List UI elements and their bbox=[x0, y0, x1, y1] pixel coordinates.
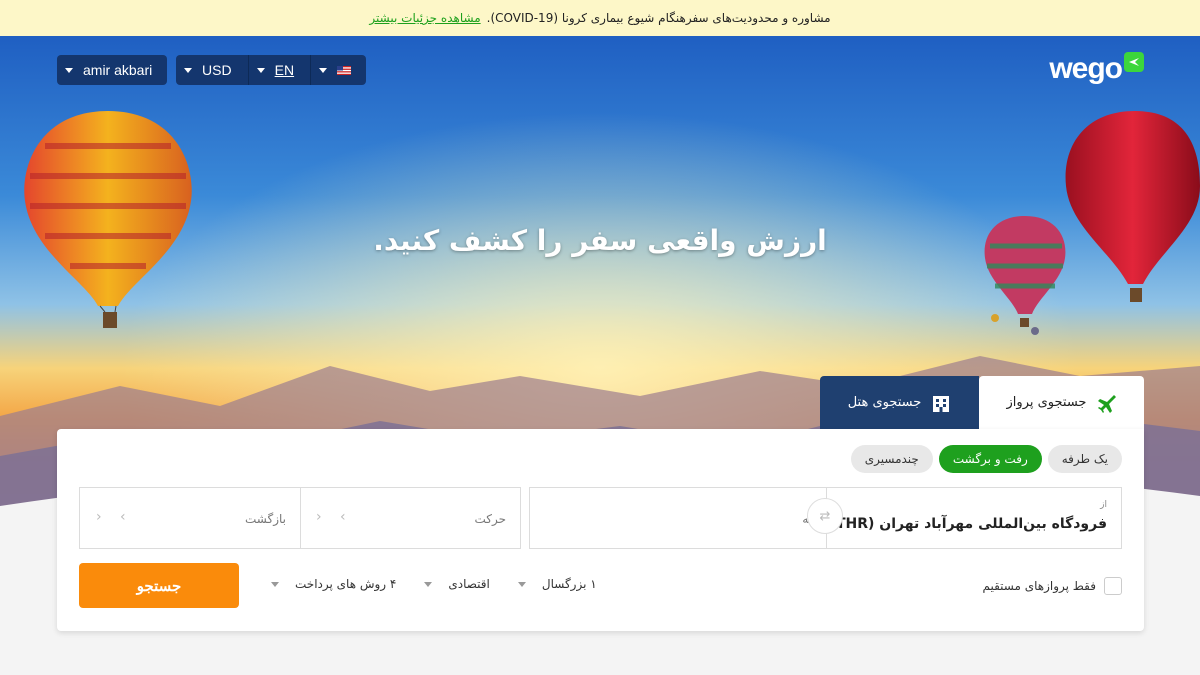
chevron-down-icon bbox=[256, 67, 265, 73]
covid-banner: مشاوره و محدودیت‌های سفرهنگام شیوع بیمار… bbox=[0, 0, 1200, 36]
payment-value: ۴ روش های پرداخت bbox=[295, 577, 397, 591]
language-value: EN bbox=[274, 62, 295, 78]
chevron-left-icon[interactable]: ‹ bbox=[316, 509, 322, 525]
divider bbox=[300, 488, 301, 548]
cabin-value: اقتصادی bbox=[448, 577, 490, 591]
passengers-select[interactable]: ۱ بزرگسال bbox=[517, 577, 597, 591]
chevron-down-icon bbox=[517, 581, 526, 587]
chevron-down-icon bbox=[65, 67, 73, 73]
search-button[interactable]: جستجو bbox=[79, 563, 239, 608]
trip-type-multi-city[interactable]: چندمسیری bbox=[850, 445, 933, 473]
route-fields: از فرودگاه بین‌المللی مهرآباد تهران (THR… bbox=[529, 487, 1122, 549]
cabin-select[interactable]: اقتصادی bbox=[424, 577, 490, 591]
tab-flight-label: جستجوی پرواز bbox=[1006, 395, 1087, 410]
origin-label: از bbox=[1100, 500, 1107, 510]
logo-plane-icon bbox=[1124, 52, 1144, 72]
chevron-down-icon bbox=[319, 67, 328, 73]
tab-flight-search[interactable]: جستجوی پرواز bbox=[979, 376, 1144, 429]
user-name: amir akbari bbox=[83, 62, 153, 78]
flight-search-panel: یک طرفه رفت و برگشت چندمسیری از فرودگاه … bbox=[57, 429, 1144, 631]
direct-flights-option[interactable]: فقط پروازهای مستقیم bbox=[982, 577, 1122, 595]
logo-text: wego bbox=[1049, 52, 1123, 85]
passengers-value: ۱ بزرگسال bbox=[541, 577, 597, 591]
chevron-down-icon bbox=[424, 581, 433, 587]
depart-date-field[interactable]: حرکت ‹ › bbox=[300, 488, 520, 548]
direct-flights-checkbox[interactable] bbox=[1104, 577, 1122, 595]
currency-value: USD bbox=[202, 62, 232, 78]
destination-field[interactable]: به bbox=[530, 488, 826, 548]
chevron-right-icon[interactable]: › bbox=[340, 509, 346, 525]
hero-headline: ارزش واقعی سفر را کشف کنید. bbox=[373, 224, 827, 257]
return-placeholder: بازگشت bbox=[245, 512, 286, 526]
chevron-left-icon[interactable]: ‹ bbox=[96, 509, 102, 525]
tab-hotel-label: جستجوی هتل bbox=[847, 395, 922, 410]
search-options: ۱ بزرگسال اقتصادی ۴ روش های پرداخت bbox=[271, 577, 597, 591]
chevron-down-icon bbox=[184, 67, 192, 73]
language-select[interactable]: EN bbox=[249, 55, 311, 85]
origin-value: فرودگاه بین‌المللی مهرآباد تهران (THR) bbox=[830, 516, 1107, 532]
return-date-field[interactable]: بازگشت ‹ › bbox=[80, 488, 300, 548]
depart-placeholder: حرکت bbox=[474, 512, 506, 526]
payment-methods-select[interactable]: ۴ روش های پرداخت bbox=[271, 577, 396, 591]
currency-select[interactable]: USD bbox=[176, 55, 248, 85]
trip-type-selector: یک طرفه رفت و برگشت چندمسیری bbox=[850, 445, 1122, 473]
trip-type-round-trip[interactable]: رفت و برگشت bbox=[938, 445, 1042, 473]
chevron-down-icon bbox=[271, 581, 279, 587]
wego-logo[interactable]: wego bbox=[1049, 52, 1144, 86]
country-select[interactable] bbox=[311, 55, 366, 85]
swap-icon: ⇄ bbox=[819, 508, 831, 524]
trip-type-one-way[interactable]: یک طرفه bbox=[1047, 445, 1122, 473]
search-tabs: جستجوی پرواز جستجوی هتل bbox=[820, 376, 1144, 429]
covid-banner-text: مشاوره و محدودیت‌های سفرهنگام شیوع بیمار… bbox=[486, 11, 831, 25]
locale-controls: USD EN bbox=[176, 55, 366, 85]
covid-details-link[interactable]: مشاهده جزئیات بیشتر bbox=[369, 11, 480, 25]
tab-hotel-search[interactable]: جستجوی هتل bbox=[820, 376, 979, 429]
direct-flights-label: فقط پروازهای مستقیم bbox=[982, 579, 1096, 593]
date-fields: حرکت ‹ › بازگشت ‹ › bbox=[79, 487, 521, 549]
plane-icon bbox=[1098, 394, 1117, 413]
us-flag-icon bbox=[337, 65, 352, 75]
origin-field[interactable]: از فرودگاه بین‌المللی مهرآباد تهران (THR… bbox=[825, 488, 1121, 548]
building-icon bbox=[933, 395, 950, 412]
chevron-right-icon[interactable]: › bbox=[120, 509, 126, 525]
user-menu[interactable]: amir akbari bbox=[57, 55, 167, 85]
swap-route-button[interactable]: ⇄ bbox=[807, 498, 843, 534]
